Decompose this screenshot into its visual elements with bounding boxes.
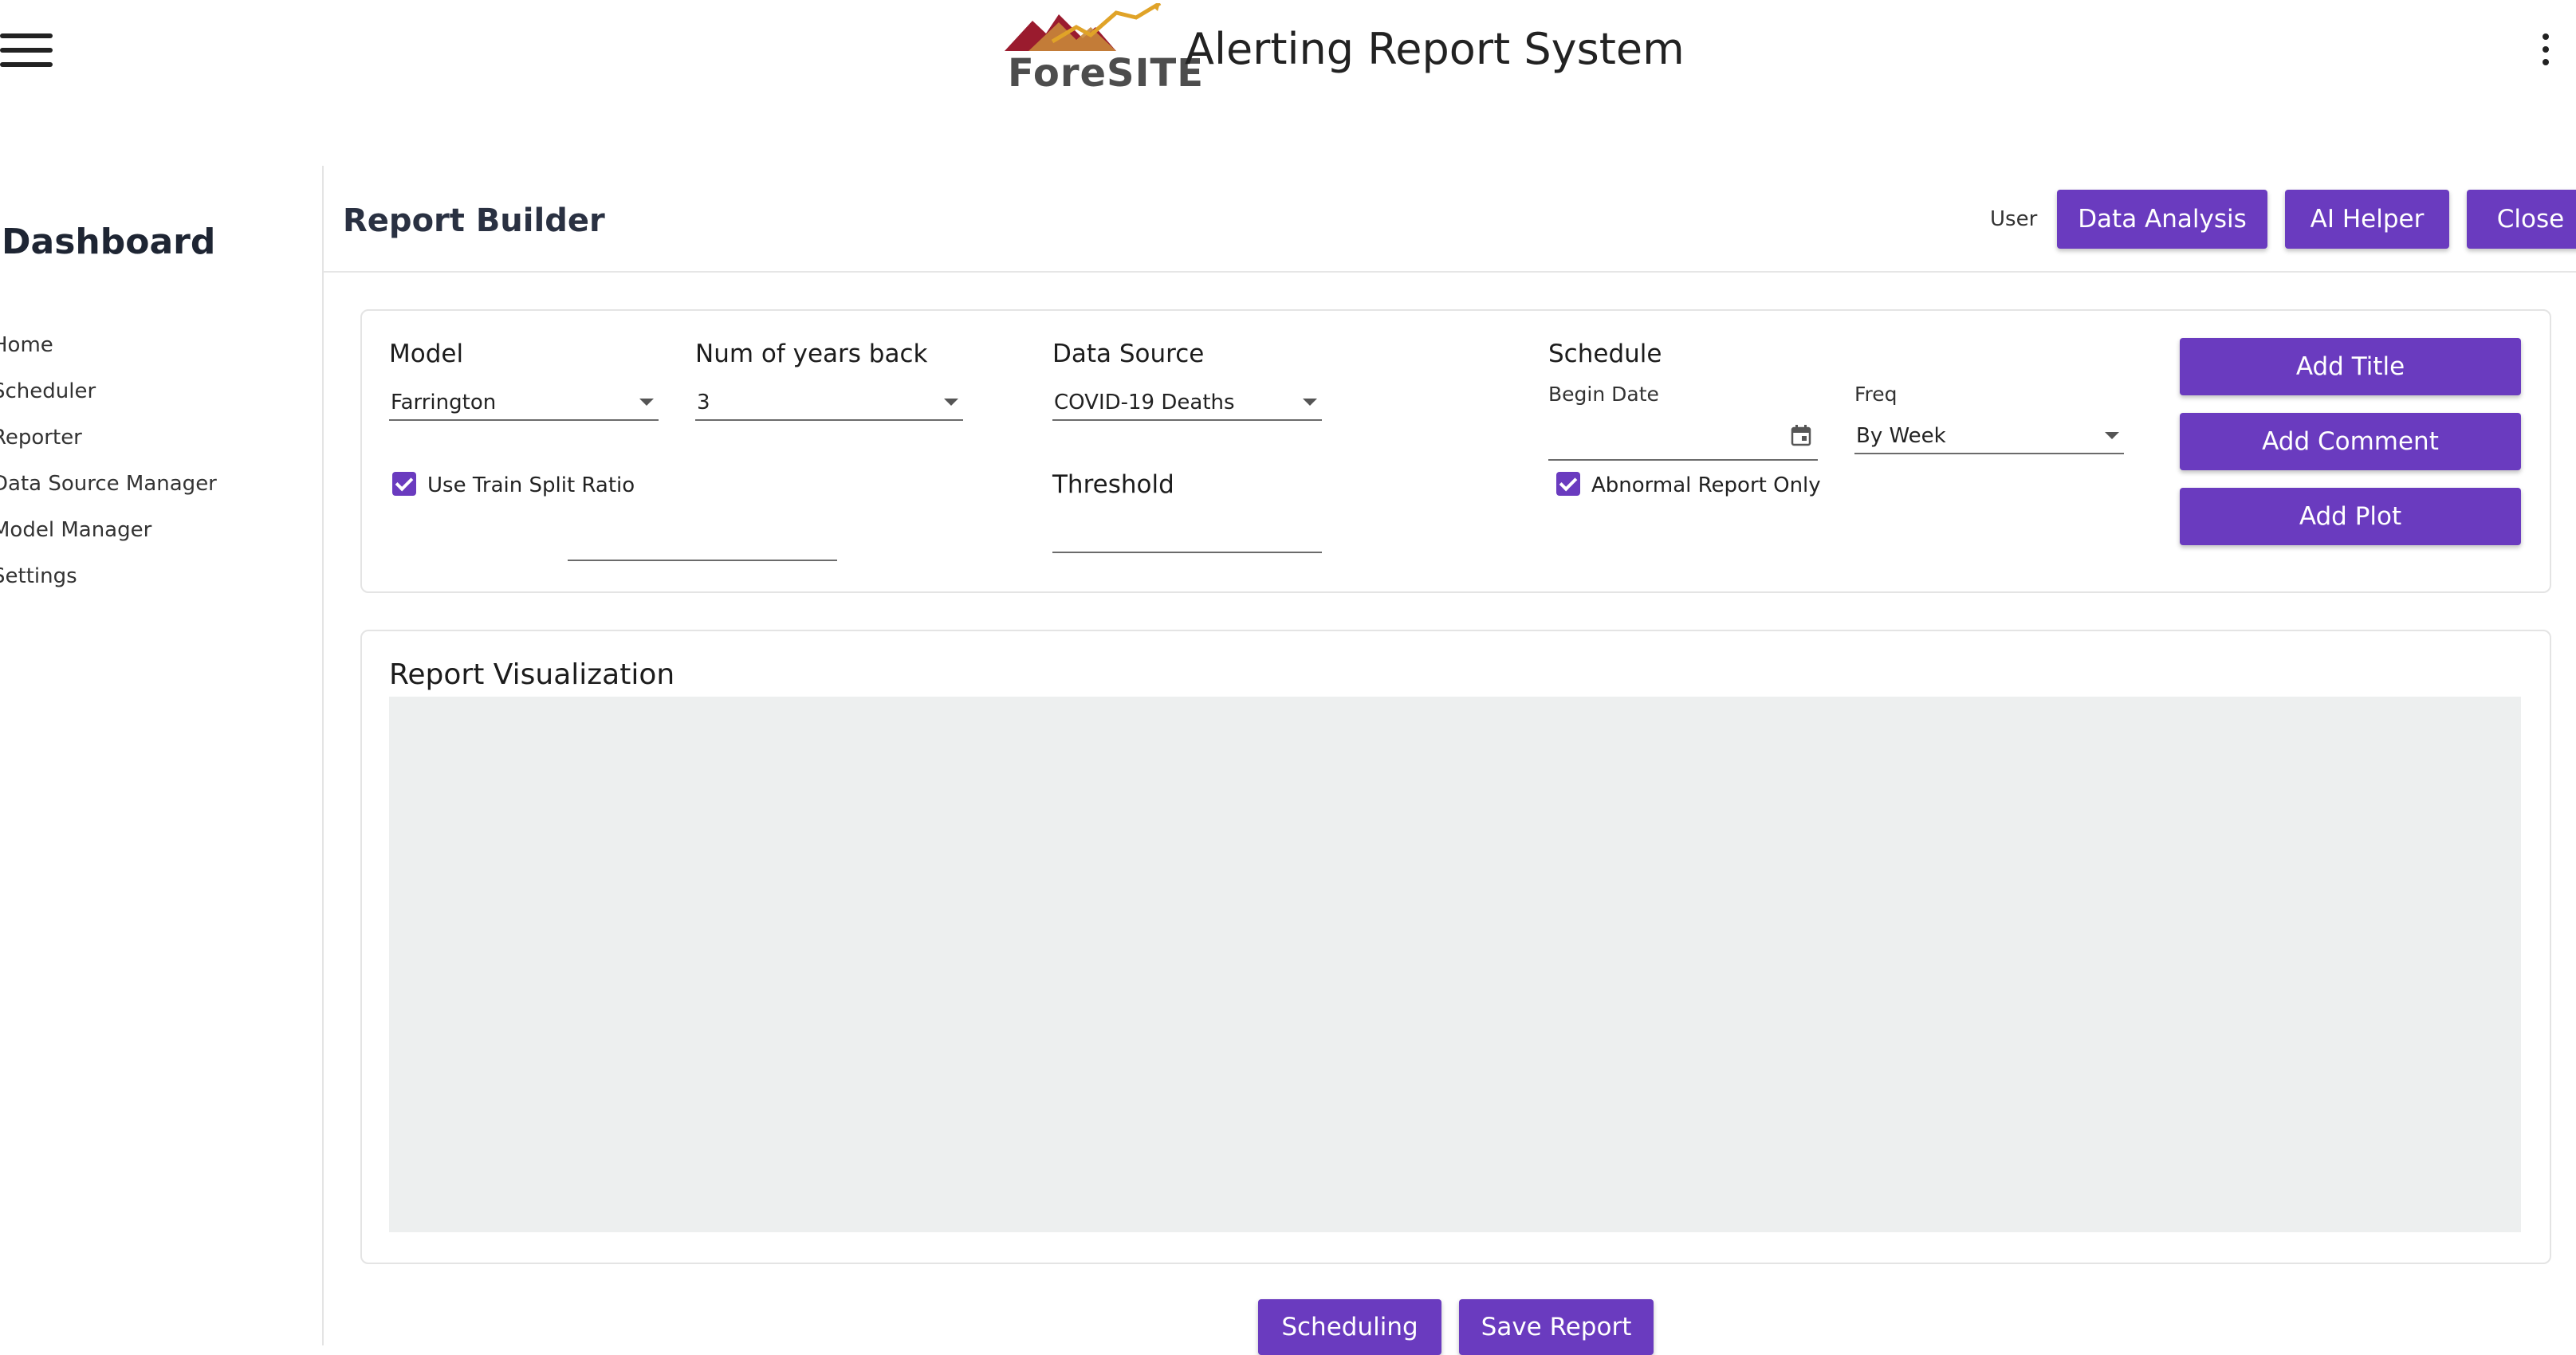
sidebar-divider [322, 166, 324, 1345]
add-title-button[interactable]: Add Title [2180, 338, 2521, 395]
schedule-label: Schedule [1548, 340, 1662, 368]
more-options-icon[interactable] [2540, 33, 2551, 65]
use-train-split-checkbox[interactable] [392, 472, 416, 496]
sidebar-item-data-source-manager[interactable]: Data Source Manager [0, 472, 217, 496]
ai-helper-button[interactable]: AI Helper [2285, 190, 2449, 249]
scheduling-button[interactable]: Scheduling [1258, 1299, 1441, 1355]
years-back-value: 3 [697, 391, 710, 414]
train-split-ratio-input[interactable] [568, 528, 837, 561]
sidebar-item-scheduler[interactable]: Scheduler [0, 379, 96, 403]
threshold-input[interactable] [1052, 520, 1322, 553]
add-plot-button[interactable]: Add Plot [2180, 488, 2521, 545]
sidebar-title: Dashboard [2, 222, 216, 262]
abnormal-only-checkbox[interactable] [1556, 472, 1580, 496]
freq-select[interactable]: By Week [1854, 421, 2124, 454]
freq-label: Freq [1854, 383, 1898, 406]
sidebar-item-home[interactable]: Home [0, 333, 53, 357]
threshold-label: Threshold [1052, 470, 1174, 499]
chevron-down-icon [639, 399, 654, 406]
chevron-down-icon [1303, 399, 1317, 406]
logo-text: ForeSITE [1008, 51, 1205, 96]
freq-value: By Week [1856, 424, 1946, 448]
sidebar-item-reporter[interactable]: Reporter [0, 426, 82, 450]
years-back-label: Num of years back [695, 340, 928, 368]
visualization-title: Report Visualization [389, 658, 675, 691]
begin-date-input[interactable] [1548, 427, 1818, 461]
data-source-select[interactable]: COVID-19 Deaths [1052, 387, 1322, 421]
years-back-select[interactable]: 3 [695, 387, 963, 421]
visualization-canvas[interactable] [389, 697, 2521, 1232]
sidebar-item-settings[interactable]: Settings [0, 564, 77, 588]
data-analysis-button[interactable]: Data Analysis [2057, 190, 2267, 249]
add-comment-button[interactable]: Add Comment [2180, 413, 2521, 470]
data-source-label: Data Source [1052, 340, 1205, 368]
abnormal-only-label: Abnormal Report Only [1591, 473, 1821, 497]
app-title: Alerting Report System [1185, 24, 1685, 74]
chevron-down-icon [944, 399, 958, 406]
begin-date-label: Begin Date [1548, 383, 1659, 406]
chevron-down-icon [2105, 432, 2119, 439]
menu-icon[interactable] [0, 33, 53, 67]
model-label: Model [389, 340, 464, 368]
user-label: User [1990, 207, 2038, 231]
header-divider [324, 271, 2576, 273]
sidebar-item-model-manager[interactable]: Model Manager [0, 518, 151, 542]
save-report-button[interactable]: Save Report [1459, 1299, 1654, 1355]
model-select[interactable]: Farrington [389, 387, 659, 421]
page-title: Report Builder [343, 202, 605, 239]
model-value: Farrington [391, 391, 497, 414]
calendar-icon[interactable] [1791, 424, 1811, 446]
close-button[interactable]: Close [2467, 190, 2576, 249]
data-source-value: COVID-19 Deaths [1054, 391, 1235, 414]
use-train-split-label: Use Train Split Ratio [427, 473, 635, 497]
